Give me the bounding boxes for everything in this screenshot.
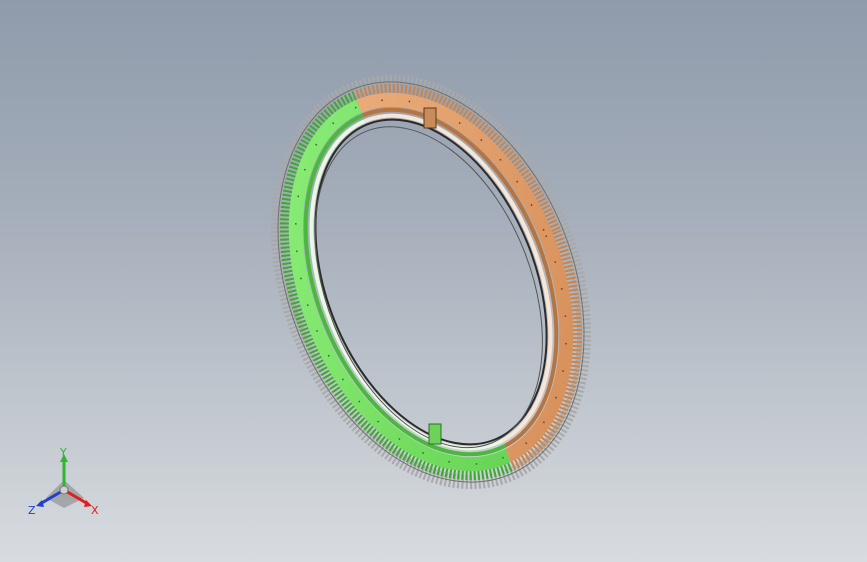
graphics-viewport[interactable]: Y X Z: [0, 0, 867, 562]
gear-ring-model[interactable]: [0, 0, 867, 562]
split-block-top: [423, 107, 437, 129]
split-block-bottom: [428, 423, 442, 445]
x-axis-label: X: [91, 504, 99, 517]
axis-triad: Y X Z: [22, 446, 106, 526]
triad-origin: [59, 485, 69, 495]
z-axis-label: Z: [28, 504, 36, 517]
y-axis-label: Y: [59, 446, 67, 459]
